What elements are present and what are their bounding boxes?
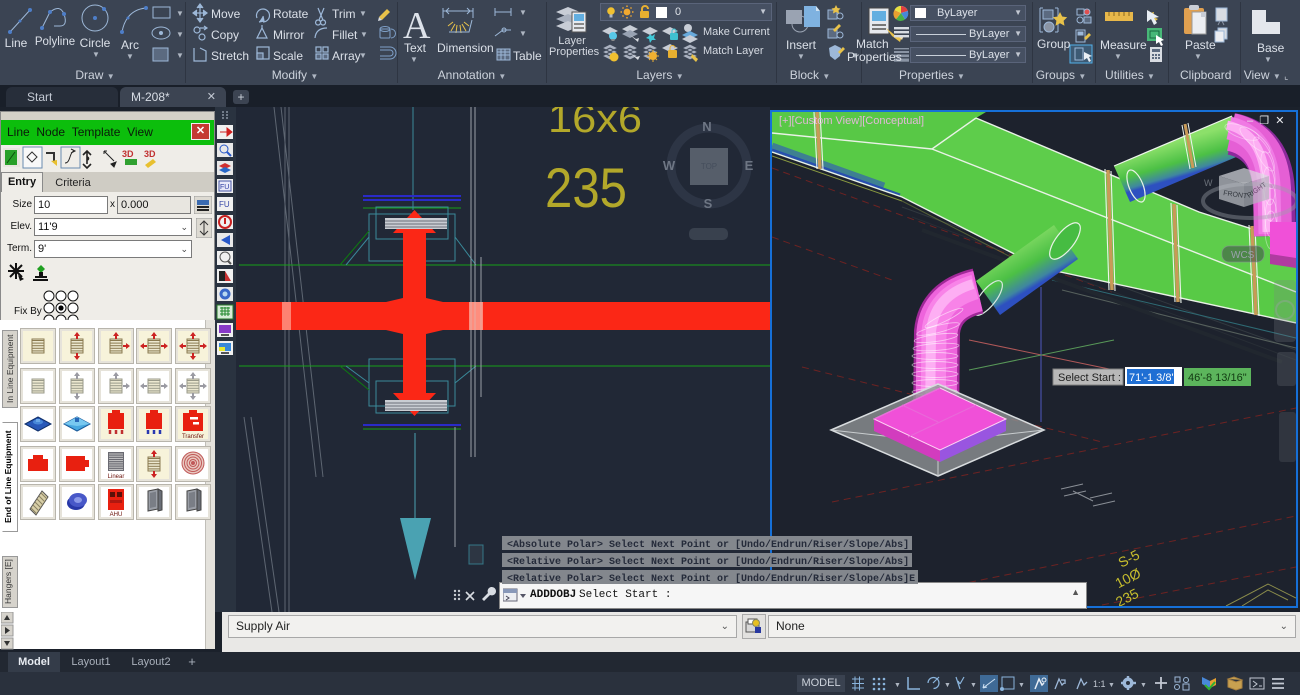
svg-text:235: 235: [545, 156, 627, 219]
svg-text:▼: ▼: [176, 30, 184, 39]
svg-text:N: N: [702, 119, 711, 134]
svg-text:▼: ▼: [176, 51, 184, 60]
svg-text:AHU: AHU: [110, 512, 123, 517]
svg-text:3D: 3D: [122, 149, 134, 159]
svg-text:Select Start :: Select Start :: [1058, 372, 1121, 384]
svg-text:▼: ▼: [519, 8, 527, 17]
svg-text:3D: 3D: [144, 149, 156, 159]
svg-text:WCS: WCS: [1231, 250, 1255, 261]
svg-text:E: E: [745, 158, 754, 173]
svg-text:▼: ▼: [1018, 682, 1025, 689]
svg-text:71'-1 3/8": 71'-1 3/8": [1129, 372, 1175, 384]
svg-text:<Absolute Polar> Select Next P: <Absolute Polar> Select Next Point or [U…: [507, 539, 909, 551]
svg-text:▼: ▼: [970, 682, 977, 689]
svg-text:FU: FU: [220, 184, 229, 191]
svg-text:▼: ▼: [519, 29, 527, 38]
svg-text:▼: ▼: [1108, 682, 1115, 689]
svg-text:▼: ▼: [1140, 682, 1147, 689]
svg-text:▼: ▼: [359, 9, 367, 18]
svg-text:▼: ▼: [360, 30, 368, 39]
svg-text:▼: ▼: [894, 682, 901, 689]
svg-text:1:1: 1:1: [1093, 679, 1106, 689]
svg-text:▼: ▼: [944, 682, 951, 689]
svg-text:TOP: TOP: [701, 162, 717, 171]
svg-text:Transfer: Transfer: [182, 434, 204, 439]
svg-text:Linear: Linear: [108, 474, 125, 479]
svg-text:S: S: [704, 196, 713, 211]
svg-text:W: W: [1204, 178, 1213, 188]
svg-text:16x6: 16x6: [548, 107, 642, 141]
svg-text:W: W: [663, 158, 676, 173]
svg-text:<Relative Polar> Select Next P: <Relative Polar> Select Next Point or [U…: [507, 556, 909, 568]
svg-text:S-5: S-5: [1115, 546, 1142, 570]
svg-text:FU: FU: [219, 200, 230, 209]
svg-text:<Relative Polar> Select Next P: <Relative Polar> Select Next Point or [U…: [507, 573, 915, 585]
svg-text:▼: ▼: [176, 9, 184, 18]
svg-text:46'-8 13/16": 46'-8 13/16": [1188, 372, 1247, 384]
